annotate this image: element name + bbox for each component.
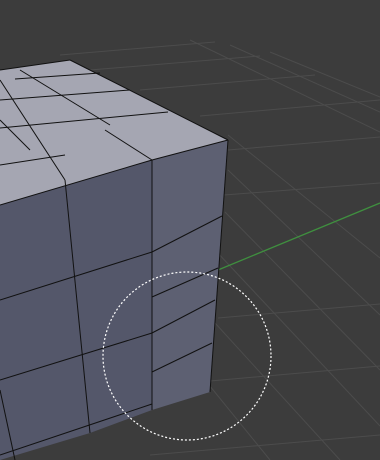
viewport-scene[interactable] bbox=[0, 0, 380, 460]
cube-front-face[interactable] bbox=[0, 160, 152, 460]
3d-viewport[interactable] bbox=[0, 0, 380, 460]
